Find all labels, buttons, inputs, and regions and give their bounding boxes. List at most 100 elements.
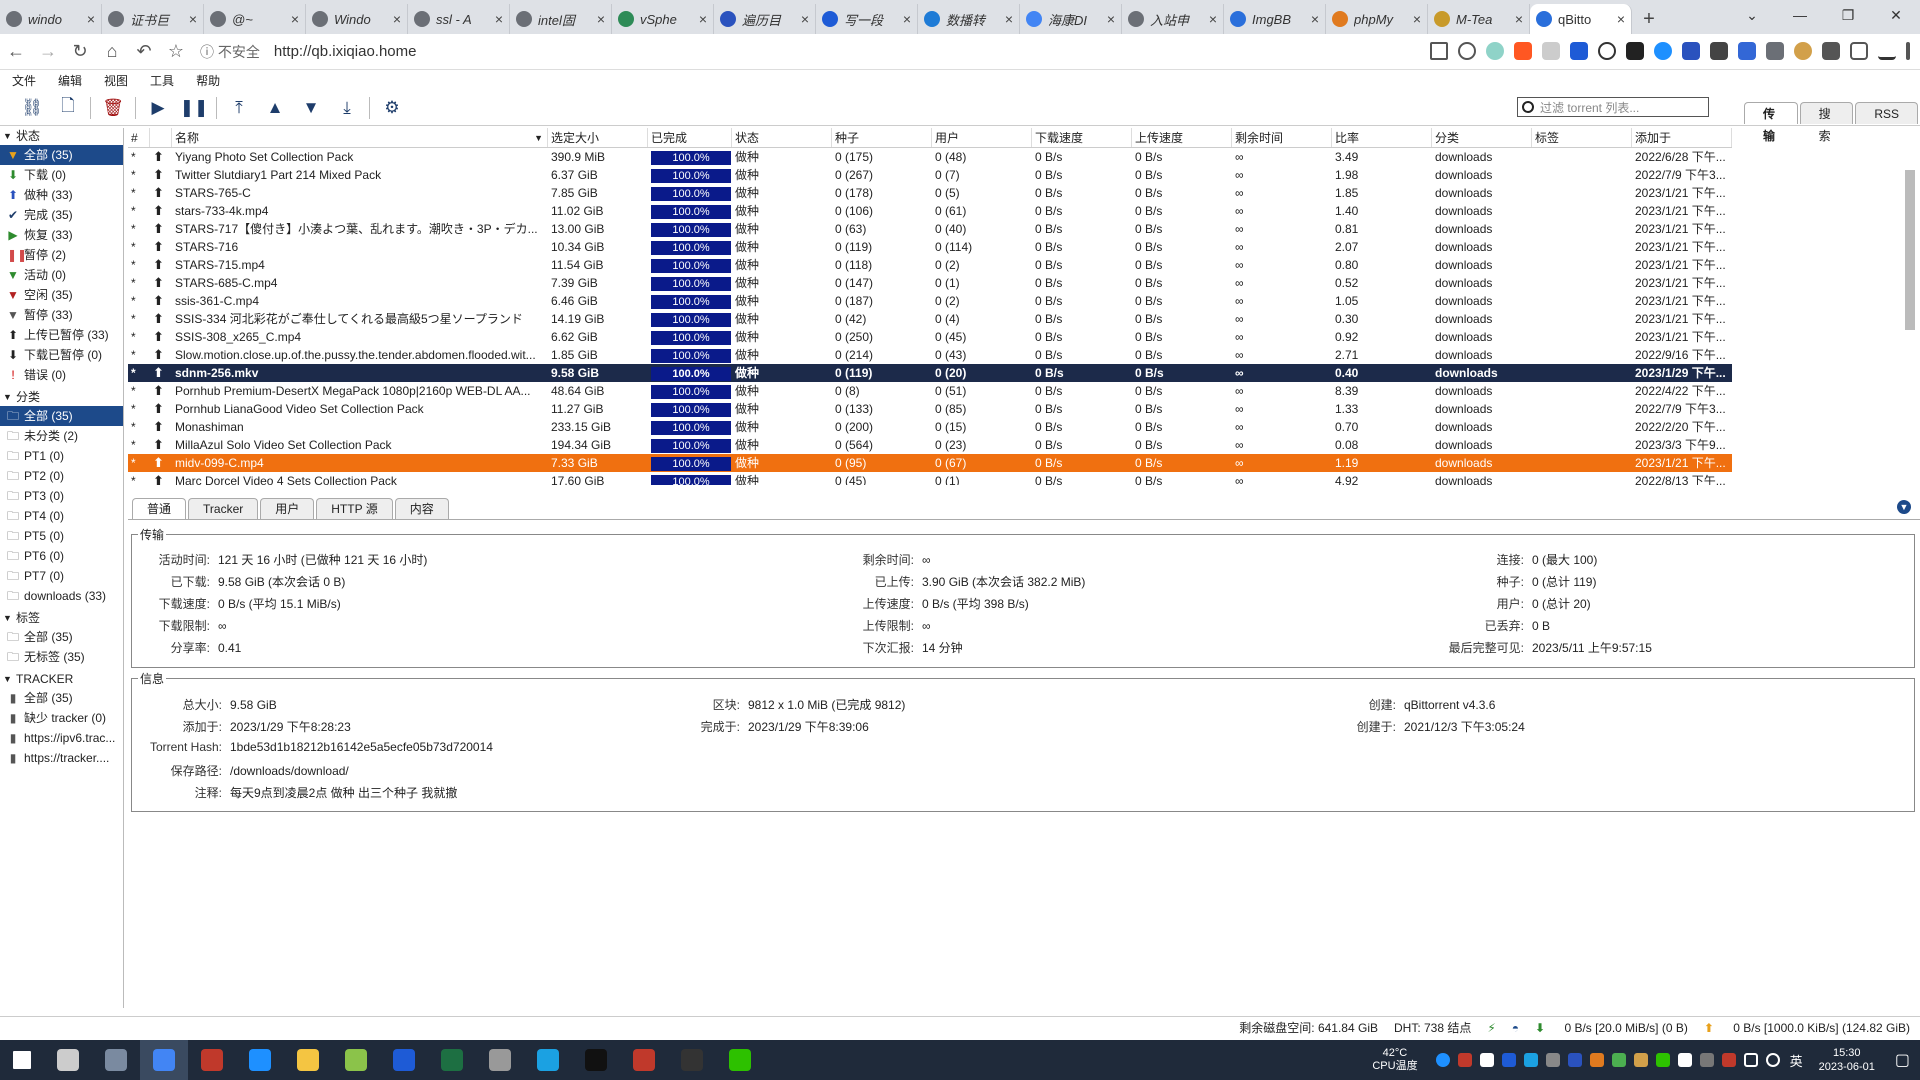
table-row[interactable]: * ⬆ Pornhub LianaGood Video Set Collection… — [128, 400, 1732, 418]
app-icon[interactable] — [236, 1040, 284, 1080]
tab-close-icon[interactable]: × — [1413, 11, 1421, 27]
table-row[interactable]: * ⬆ midv-099-C.mp4 7.33 GiB 100.0% 做种 0 (95) 0 … — [128, 454, 1732, 472]
category-filter-item[interactable]: 🗀 PT5 (0) — [0, 526, 123, 546]
minimize-button[interactable]: — — [1776, 0, 1824, 34]
move-top-icon[interactable]: ⤒ — [221, 98, 257, 118]
table-row[interactable]: * ⬆ ssis-361-C.mp4 6.46 GiB 100.0% 做种 0 (187) 0… — [128, 292, 1732, 310]
volume-icon[interactable] — [1765, 1053, 1780, 1067]
ime-indicator[interactable]: 英 — [1790, 1051, 1803, 1070]
browser-tab[interactable]: 遍历目 × — [714, 4, 816, 34]
tab-rss[interactable]: RSS — [1855, 102, 1918, 124]
speed-limit-icon[interactable]: ◓ — [1512, 1021, 1519, 1035]
column-header[interactable]: 剩余时间 — [1232, 128, 1332, 147]
qr-code-icon[interactable] — [1430, 42, 1448, 60]
category-filter-item[interactable]: 🗀 未分类 (2) — [0, 426, 123, 446]
category-filter-item[interactable]: 🗀 PT3 (0) — [0, 486, 123, 506]
wechat-icon[interactable] — [716, 1040, 764, 1080]
browser-tab[interactable]: 证书巨 × — [102, 4, 204, 34]
properties-tab[interactable]: 内容 — [394, 498, 449, 519]
extension-icon[interactable] — [1626, 42, 1644, 60]
menu-file[interactable]: 文件 — [12, 72, 36, 89]
connection-status-icon[interactable]: ⚡ — [1487, 1021, 1495, 1035]
cloud-icon[interactable] — [1654, 42, 1672, 60]
url-field[interactable]: ⓘ 不安全 http://qb.ixiqiao.home — [200, 38, 1350, 66]
status-filter-item[interactable]: ❚❚ 暂停 (2) — [0, 245, 123, 265]
tracker-group-header[interactable]: TRACKER — [0, 671, 123, 688]
menu-edit[interactable]: 编辑 — [58, 72, 82, 89]
home-icon[interactable]: ⌂ — [96, 41, 128, 62]
app-icon[interactable] — [188, 1040, 236, 1080]
table-scrollbar[interactable] — [1904, 160, 1916, 486]
app-icon[interactable] — [92, 1040, 140, 1080]
status-filter-item[interactable]: ▼ 活动 (0) — [0, 265, 123, 285]
delete-torrent-icon[interactable]: 🗑 — [95, 98, 131, 118]
menu-tools[interactable]: 工具 — [150, 72, 174, 89]
table-row[interactable]: * ⬆ MillaAzul Solo Video Set Collection Pa… — [128, 436, 1732, 454]
status-filter-item[interactable]: ✔ 完成 (35) — [0, 205, 123, 225]
terminal-icon[interactable] — [572, 1040, 620, 1080]
category-filter-item[interactable]: 🗀 PT6 (0) — [0, 546, 123, 566]
crop-icon[interactable] — [1850, 42, 1868, 60]
forward-icon[interactable]: → — [32, 41, 64, 62]
move-down-icon[interactable]: ▼ — [293, 98, 329, 118]
app-icon[interactable] — [620, 1040, 668, 1080]
table-row[interactable]: * ⬆ SSIS-308_x265_C.mp4 6.62 GiB 100.0% 做种 0 (… — [128, 328, 1732, 346]
pause-icon[interactable]: ❚❚ — [176, 98, 212, 118]
browser-tab[interactable]: M-Tea × — [1428, 4, 1530, 34]
table-row[interactable]: * ⬆ Marc Dorcel Video 4 Sets Collection Pa… — [128, 472, 1732, 485]
browser-tab[interactable]: 入站申 × — [1122, 4, 1224, 34]
column-header[interactable]: 比率 — [1332, 128, 1432, 147]
settings-gear-icon[interactable]: ⚙ — [374, 98, 410, 118]
tray-icon[interactable] — [1611, 1053, 1626, 1067]
column-header[interactable]: 状态 — [732, 128, 832, 147]
browser-tab[interactable]: vSphe × — [612, 4, 714, 34]
collapse-panel-icon[interactable]: ▼ — [1897, 500, 1911, 514]
column-header[interactable]: 选定大小 — [548, 128, 648, 147]
tracker-filter-item[interactable]: ▮ 缺少 tracker (0) — [0, 708, 123, 728]
extension-icon[interactable] — [1542, 42, 1560, 60]
network-icon[interactable] — [1743, 1053, 1758, 1067]
power-icon[interactable] — [1598, 42, 1616, 60]
category-filter-item[interactable]: 🗀 PT4 (0) — [0, 506, 123, 526]
edge-icon[interactable] — [524, 1040, 572, 1080]
extension-icon[interactable] — [1570, 42, 1588, 60]
star-icon[interactable] — [1458, 42, 1476, 60]
tray-icon[interactable] — [1655, 1053, 1670, 1067]
table-row[interactable]: * ⬆ STARS-685-C.mp4 7.39 GiB 100.0% 做种 0 (147)… — [128, 274, 1732, 292]
tab-transfers[interactable]: 传输 — [1744, 102, 1798, 143]
column-header[interactable]: 下载速度 — [1032, 128, 1132, 147]
tray-icon[interactable] — [1589, 1053, 1604, 1067]
extension-icon[interactable] — [1766, 42, 1784, 60]
table-row[interactable]: * ⬆ STARS-717【傻付き】小湊よつ葉、乱れます。潮吹き・3P・デカ... 1… — [128, 220, 1732, 238]
browser-tab[interactable]: 海康DI × — [1020, 4, 1122, 34]
category-filter-item[interactable]: 🗀 PT7 (0) — [0, 566, 123, 586]
tab-close-icon[interactable]: × — [1617, 11, 1625, 27]
status-filter-item[interactable]: ⬆ 做种 (33) — [0, 185, 123, 205]
column-header[interactable]: 分类 — [1432, 128, 1532, 147]
tab-close-icon[interactable]: × — [393, 11, 401, 27]
translate-icon[interactable] — [1738, 42, 1756, 60]
move-bottom-icon[interactable]: ⤓ — [329, 98, 365, 118]
tags-group-header[interactable]: 标签 — [0, 610, 123, 627]
download-speed[interactable]: ⬇ 0 B/s [20.0 MiB/s] (0 B) — [1535, 1021, 1688, 1035]
app-icon[interactable] — [668, 1040, 716, 1080]
bookmark-star-icon[interactable]: ☆ — [160, 41, 192, 62]
tab-close-icon[interactable]: × — [291, 11, 299, 27]
table-row[interactable]: * ⬆ SSIS-334 河北彩花がご奉仕してくれる最高級5つ星ソープランド 14.1… — [128, 310, 1732, 328]
status-filter-item[interactable]: ▼ 空闲 (35) — [0, 285, 123, 305]
security-indicator[interactable]: ⓘ 不安全 — [200, 42, 260, 62]
menu-help[interactable]: 帮助 — [196, 72, 220, 89]
browser-tab[interactable]: windo × — [0, 4, 102, 34]
column-header[interactable]: 标签 — [1532, 128, 1632, 147]
tray-icon[interactable] — [1457, 1053, 1472, 1067]
table-row[interactable]: * ⬆ Yiyang Photo Set Collection Pack 390.9 … — [128, 148, 1732, 166]
download-icon[interactable] — [1878, 42, 1896, 60]
table-row[interactable]: * ⬆ stars-733-4k.mp4 11.02 GiB 100.0% 做种 0 (10… — [128, 202, 1732, 220]
add-torrent-link-icon[interactable]: ⛓ — [14, 98, 50, 118]
column-header[interactable]: 用户 — [932, 128, 1032, 147]
extension-icon[interactable] — [1710, 42, 1728, 60]
resume-icon[interactable]: ▶ — [140, 98, 176, 118]
tag-filter-item[interactable]: 🗀 全部 (35) — [0, 627, 123, 647]
close-window-button[interactable]: ✕ — [1872, 0, 1920, 34]
properties-tab[interactable]: 用户 — [260, 498, 315, 519]
